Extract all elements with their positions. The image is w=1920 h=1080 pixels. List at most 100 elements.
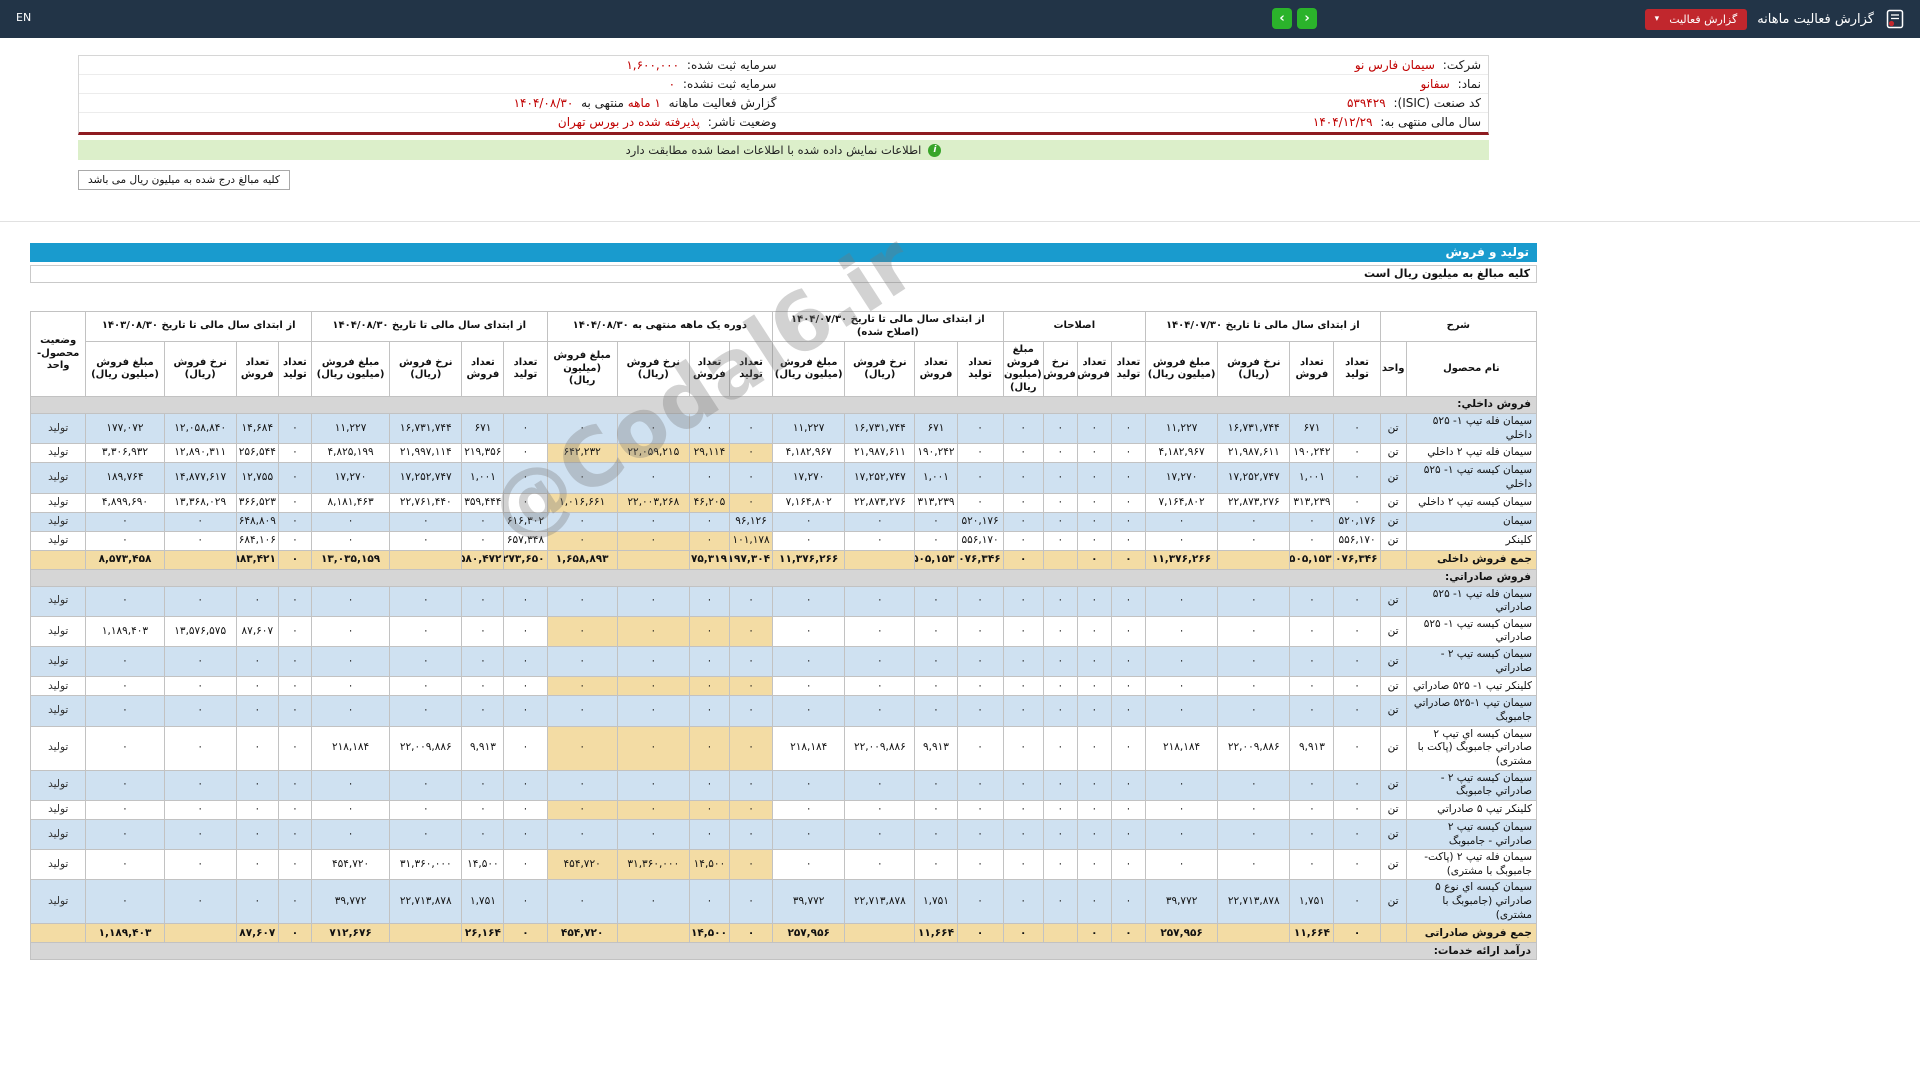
unregistered-capital-field: سرمایه ثبت نشده: ۰ xyxy=(79,75,784,94)
value-cell: ۰ xyxy=(728,443,774,464)
value-cell: ۰ xyxy=(844,799,916,820)
value-cell: ۰ xyxy=(688,769,731,801)
product-name-cell: سيمان فله تيپ ۱- ۵۲۵ داخلي xyxy=(1405,412,1538,445)
value-cell: ۰ xyxy=(1002,646,1044,678)
product-row: کلينکر تيپ ۵ صادراتي تن ۰ ۰ ۰ ۰ ۰ ۰ ۰ ۰ ۰ ۰ ۰ ۰ ۰ ۰ ۰ ۰ ۰ ۰… xyxy=(29,799,1538,820)
language-toggle-en[interactable]: EN xyxy=(16,11,31,24)
value-cell: ۰ xyxy=(461,769,505,801)
value-cell: ۰ xyxy=(461,799,505,820)
product-name-cell: سيمان کيسه تيپ ۲ صادراتي - جامبوبگ xyxy=(1405,818,1538,851)
fiscal-year-end-field: سال مالی منتهی به: ۱۴۰۴/۱۲/۲۹ xyxy=(784,113,1489,132)
value-cell: ۱,۰۰۱ xyxy=(461,462,505,494)
value-cell: ۰ xyxy=(728,818,774,851)
unit-cell: تن xyxy=(1379,676,1407,697)
value-cell: ۱۳,۰۳۵,۱۵۹ xyxy=(310,549,391,570)
value-cell: ۲۵۶,۵۴۴ xyxy=(235,443,279,464)
value-cell: ۰ xyxy=(688,695,731,727)
nav-prev-button[interactable]: ‹ xyxy=(1272,8,1292,29)
value-cell xyxy=(1042,923,1078,944)
value-cell: ۱۷,۲۷۰ xyxy=(1144,462,1219,494)
unit-cell: تن xyxy=(1379,462,1407,494)
value-cell: ۰ xyxy=(844,530,916,551)
value-cell: ۰ xyxy=(728,849,774,881)
value-cell: ۰ xyxy=(1217,818,1291,851)
value-cell: ۰ xyxy=(728,695,774,727)
total-row: جمع فروش صادراتی ۰ ۱۱,۶۶۴ ۲۵۷,۹۵۶ ۰ ۰ ۰ ۰ ۱۱,۶۶۴… xyxy=(29,923,1538,944)
value-cell: ۰ xyxy=(1333,615,1381,648)
registered-capital-field: سرمایه ثبت شده: ۱,۶۰۰,۰۰۰ xyxy=(79,56,784,75)
value-cell xyxy=(616,549,690,570)
value-cell: ۸۷,۶۰۷ xyxy=(235,615,279,648)
value-cell: ۰ xyxy=(616,799,690,820)
value-cell: ۰ xyxy=(1002,923,1044,944)
value-cell: ۹۶,۱۲۶ xyxy=(728,511,774,532)
value-cell: ۴۶,۲۰۵ xyxy=(688,492,731,513)
report-document-icon[interactable] xyxy=(1884,8,1906,30)
value-cell xyxy=(163,923,237,944)
value-cell: ۱۲,۸۹۰,۳۱۱ xyxy=(163,443,237,464)
product-name-cell: سيمان فله تيپ ۱- ۵۲۵ صادراتي xyxy=(1405,585,1538,617)
signature-match-notice: i اطلاعات نمایش داده شده با اطلاعات امضا… xyxy=(78,140,1489,160)
amounts-note-box: کلیه مبالغ درج شده به میلیون ریال می باش… xyxy=(78,170,290,190)
production-table-body: فروش داخلي: سيمان فله تيپ ۱- ۵۲۵ داخلي تن ۰… xyxy=(29,396,1538,961)
value-cell: ۰ xyxy=(1144,615,1219,648)
value-cell: ۰ xyxy=(1076,725,1112,771)
value-cell: ۰ xyxy=(1217,585,1291,617)
value-cell: ۲۱,۹۸۷,۶۱۱ xyxy=(1217,443,1291,464)
value-cell: ۳۹,۷۷۲ xyxy=(310,879,391,925)
value-cell: ۰ xyxy=(1002,849,1044,881)
sub-header: تعداد تولید xyxy=(728,341,774,397)
value-cell: ۰ xyxy=(1076,818,1112,851)
product-name-header: نام محصول xyxy=(1405,341,1538,397)
value-cell: ۰ xyxy=(163,818,237,851)
field-value: پذیرفته شده در بورس تهران xyxy=(557,115,700,129)
sub-header: تعداد تولید xyxy=(277,341,312,397)
value-cell: ۹,۹۱۳ xyxy=(461,725,505,771)
value-cell: ۲۱۹,۳۵۶ xyxy=(461,443,505,464)
nav-next-button[interactable]: › xyxy=(1297,8,1317,29)
value-cell: ۰ xyxy=(914,676,958,697)
value-cell: ۰ xyxy=(844,585,916,617)
value-cell: ۰ xyxy=(956,462,1004,494)
group-header: دوره یک ماهه منتهی به ۱۴۰۴/۰۸/۳۰ xyxy=(546,311,774,342)
value-cell: ۰ xyxy=(163,585,237,617)
value-cell: ۰ xyxy=(1002,769,1044,801)
value-cell: ۰ xyxy=(503,923,548,944)
status-cell: تولید xyxy=(29,769,87,801)
value-cell: ۰ xyxy=(1002,879,1044,925)
value-cell: ۱,۷۵۱ xyxy=(461,879,505,925)
value-cell: ۰ xyxy=(1144,799,1219,820)
report-type-dropdown[interactable]: گزارش فعالیت ▾ xyxy=(1644,8,1748,30)
value-cell: ۰ xyxy=(546,695,618,727)
value-cell: ۰ xyxy=(616,769,690,801)
value-cell: ۰ xyxy=(235,849,279,881)
value-cell: ۰ xyxy=(1144,530,1219,551)
value-cell: ۰ xyxy=(277,725,312,771)
sub-header: تعداد تولید xyxy=(503,341,548,397)
value-cell: ۱۷,۲۵۲,۷۴۷ xyxy=(844,462,916,494)
sub-header: مبلغ فروش (میلیون ریال) xyxy=(546,341,618,397)
value-cell: ۱۰۱,۱۷۸ xyxy=(728,530,774,551)
value-cell: ۰ xyxy=(235,769,279,801)
value-cell: ۰ xyxy=(1076,923,1112,944)
value-cell: ۰ xyxy=(85,585,165,617)
value-cell: ۰ xyxy=(1076,769,1112,801)
status-cell xyxy=(29,549,87,570)
product-row: سيمان کيسه تيپ ۲ - صادراتي تن ۰ ۰ ۰ ۰ ۰ ۰ ۰ ۰ ۰ ۰ ۰ ۰… xyxy=(29,646,1538,678)
value-cell: ۰ xyxy=(728,676,774,697)
value-cell: ۱۷,۲۷۰ xyxy=(772,462,846,494)
group-header: اصلاحات xyxy=(1002,311,1146,342)
value-cell: ۰ xyxy=(1289,511,1335,532)
value-cell: ۰ xyxy=(1217,695,1291,727)
field-value: ۰ xyxy=(668,77,676,91)
value-cell: ۰ xyxy=(1110,585,1146,617)
section-amounts-note: کلیه مبالغ به میلیون ریال است xyxy=(30,265,1537,283)
value-cell: ۰ xyxy=(844,695,916,727)
value-cell xyxy=(1217,923,1291,944)
status-cell: تولید xyxy=(29,443,87,464)
value-cell: ۱۴,۶۸۴ xyxy=(235,412,279,445)
section-title-bar: تولید و فروش xyxy=(30,243,1537,262)
unit-cell: تن xyxy=(1379,511,1407,532)
value-cell: ۰ xyxy=(1110,549,1146,570)
value-cell: ۰ xyxy=(1076,511,1112,532)
